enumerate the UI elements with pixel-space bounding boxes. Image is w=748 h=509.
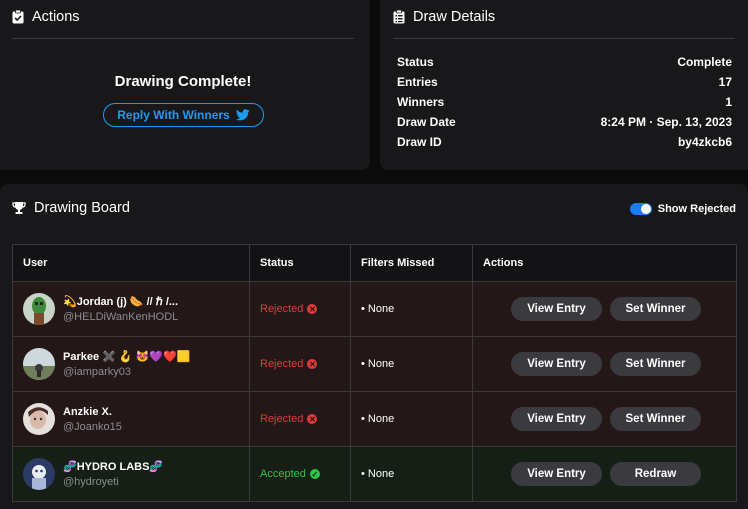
status-badge: Rejected ✕ bbox=[260, 413, 350, 425]
redraw-button[interactable]: Redraw bbox=[610, 462, 701, 486]
detail-value: by4zkcb6 bbox=[677, 135, 732, 149]
set-winner-button[interactable]: Set Winner bbox=[610, 297, 701, 321]
status-text: Accepted bbox=[260, 468, 306, 480]
detail-row-draw-id: Draw ID by4zkcb6 bbox=[397, 135, 732, 149]
detail-value: 8:24 PM · Sep. 13, 2023 bbox=[600, 115, 732, 129]
detail-row-draw-date: Draw Date 8:24 PM · Sep. 13, 2023 bbox=[397, 115, 732, 129]
user-cell: Parkee ✖️ 🪝 😻💜❤️🟨 @iamparky03 bbox=[12, 336, 250, 392]
column-header-actions: Actions bbox=[472, 244, 737, 282]
filters-cell: • None bbox=[350, 281, 473, 337]
actions-panel: Actions Drawing Complete! Reply With Win… bbox=[0, 0, 370, 170]
filters-cell: • None bbox=[350, 446, 473, 502]
status-cell: Rejected ✕ bbox=[249, 336, 351, 392]
status-text: Rejected bbox=[260, 303, 304, 315]
column-header-status: Status bbox=[249, 244, 351, 282]
user-display-name: 🧬HYDRO LABS🧬 bbox=[63, 461, 164, 473]
avatar bbox=[23, 458, 55, 490]
column-header-filters: Filters Missed bbox=[350, 244, 473, 282]
status-badge: Rejected ✕ bbox=[260, 303, 350, 315]
view-entry-button[interactable]: View Entry bbox=[511, 352, 602, 376]
set-winner-button[interactable]: Set Winner bbox=[610, 352, 701, 376]
draw-details-panel: Draw Details Status Complete Entries 17 … bbox=[380, 0, 748, 170]
status-cell: Rejected ✕ bbox=[249, 391, 351, 447]
status-cell: Accepted ✓ bbox=[249, 446, 351, 502]
user-display-name: 💫Jordan (j) 🌭 // ℏ /... bbox=[63, 296, 179, 308]
table-row: 💫Jordan (j) 🌭 // ℏ /... @HELDiWanKenHODL… bbox=[12, 281, 737, 337]
filters-cell: • None bbox=[350, 391, 473, 447]
detail-label: Entries bbox=[397, 75, 438, 89]
details-header: Draw Details bbox=[393, 9, 495, 25]
user-cell: Anzkie X. @Joanko15 bbox=[12, 391, 250, 447]
user-cell: 🧬HYDRO LABS🧬 @hydroyeti bbox=[12, 446, 250, 502]
drawing-complete-text: Drawing Complete! bbox=[114, 73, 252, 90]
detail-value: 17 bbox=[718, 75, 732, 89]
user-display-name: Parkee ✖️ 🪝 😻💜❤️🟨 bbox=[63, 351, 191, 363]
clipboard-list-icon bbox=[393, 10, 405, 24]
column-header-user: User bbox=[12, 244, 250, 282]
actions-cell: View Entry Set Winner bbox=[472, 391, 737, 447]
user-cell: 💫Jordan (j) 🌭 // ℏ /... @HELDiWanKenHODL bbox=[12, 281, 250, 337]
filters-cell: • None bbox=[350, 336, 473, 392]
detail-label: Draw ID bbox=[397, 135, 442, 149]
actions-header: Actions bbox=[12, 9, 80, 25]
detail-label: Status bbox=[397, 55, 434, 69]
avatar bbox=[23, 403, 55, 435]
detail-row-entries: Entries 17 bbox=[397, 75, 732, 89]
x-circle-icon: ✕ bbox=[307, 359, 318, 369]
set-winner-button[interactable]: Set Winner bbox=[610, 407, 701, 431]
details-divider bbox=[393, 38, 735, 39]
table-row: Parkee ✖️ 🪝 😻💜❤️🟨 @iamparky03 Rejected ✕… bbox=[12, 336, 737, 392]
trophy-icon bbox=[12, 202, 26, 214]
detail-value: 1 bbox=[725, 95, 732, 109]
actions-divider bbox=[12, 38, 354, 39]
x-circle-icon: ✕ bbox=[307, 414, 318, 424]
view-entry-button[interactable]: View Entry bbox=[511, 407, 602, 431]
clipboard-check-icon bbox=[12, 10, 24, 24]
view-entry-button[interactable]: View Entry bbox=[511, 462, 602, 486]
reply-with-winners-button[interactable]: Reply With Winners bbox=[103, 103, 264, 127]
table-row: Anzkie X. @Joanko15 Rejected ✕ • None Vi… bbox=[12, 391, 737, 447]
entries-table: User Status Filters Missed Actions 💫Jord… bbox=[12, 244, 737, 502]
view-entry-button[interactable]: View Entry bbox=[511, 297, 602, 321]
status-badge: Rejected ✕ bbox=[260, 358, 350, 370]
actions-cell: View Entry Set Winner bbox=[472, 336, 737, 392]
user-handle: @HELDiWanKenHODL bbox=[63, 311, 179, 323]
twitter-bird-icon bbox=[235, 109, 250, 121]
detail-row-status: Status Complete bbox=[397, 55, 732, 69]
board-title: Drawing Board bbox=[34, 200, 130, 216]
user-handle: @hydroyeti bbox=[63, 476, 119, 488]
detail-label: Winners bbox=[397, 95, 445, 109]
details-title: Draw Details bbox=[413, 9, 496, 25]
status-text: Rejected bbox=[260, 358, 304, 370]
actions-cell: View Entry Set Winner bbox=[472, 281, 737, 337]
user-handle: @Joanko15 bbox=[63, 420, 122, 433]
actions-title: Actions bbox=[32, 9, 80, 25]
avatar bbox=[23, 293, 55, 325]
show-rejected-control: Show Rejected bbox=[629, 203, 736, 215]
board-header: Drawing Board bbox=[12, 200, 130, 216]
status-cell: Rejected ✕ bbox=[249, 281, 351, 337]
reply-label: Reply With Winners bbox=[117, 108, 230, 122]
x-circle-icon: ✕ bbox=[307, 304, 318, 314]
detail-row-winners: Winners 1 bbox=[397, 95, 732, 109]
table-header-row: User Status Filters Missed Actions bbox=[12, 244, 737, 282]
user-display-name: Anzkie X. bbox=[63, 405, 112, 418]
drawing-board-panel: Drawing Board Show Rejected User Status … bbox=[0, 184, 748, 509]
actions-cell: View Entry Redraw bbox=[472, 446, 737, 502]
status-badge: Accepted ✓ bbox=[260, 468, 350, 480]
table-row: 🧬HYDRO LABS🧬 @hydroyeti Accepted ✓ • Non… bbox=[12, 446, 737, 502]
show-rejected-label: Show Rejected bbox=[657, 203, 736, 215]
check-circle-icon: ✓ bbox=[309, 469, 320, 479]
detail-value: Complete bbox=[677, 55, 732, 69]
show-rejected-toggle[interactable] bbox=[629, 203, 652, 215]
status-text: Rejected bbox=[260, 413, 304, 425]
user-handle: @iamparky03 bbox=[63, 366, 132, 378]
detail-label: Draw Date bbox=[397, 115, 456, 129]
avatar bbox=[23, 348, 55, 380]
